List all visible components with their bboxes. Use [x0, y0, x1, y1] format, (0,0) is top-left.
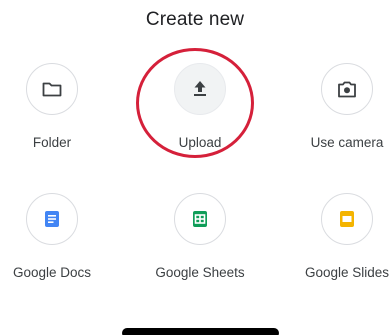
google-slides-label: Google Slides	[304, 265, 390, 280]
camera-icon-circle	[321, 63, 373, 115]
sheet-title: Create new	[145, 9, 245, 30]
use-camera-label: Use camera	[310, 135, 384, 150]
upload-icon	[194, 81, 206, 96]
google-slides-button[interactable]: Google Slides	[282, 193, 390, 293]
google-slides-icon-circle	[321, 193, 373, 245]
google-docs-icon-circle	[26, 193, 78, 245]
use-camera-button[interactable]: Use camera	[282, 63, 390, 163]
google-docs-button[interactable]: Google Docs	[0, 193, 117, 293]
create-folder-button[interactable]: Folder	[0, 63, 117, 163]
camera-icon	[338, 81, 356, 98]
folder-icon-circle	[26, 63, 78, 115]
google-docs-icon	[45, 211, 59, 227]
google-sheets-icon-circle	[174, 193, 226, 245]
home-indicator[interactable]	[122, 328, 279, 335]
google-sheets-button[interactable]: Google Sheets	[135, 193, 265, 293]
folder-icon	[42, 82, 62, 97]
create-new-sheet: Create new Folder Upload Use camera Goog…	[0, 0, 390, 335]
upload-icon-circle	[174, 63, 226, 115]
folder-label: Folder	[32, 135, 72, 150]
google-slides-icon	[340, 211, 354, 227]
google-sheets-icon	[193, 211, 207, 227]
upload-button[interactable]: Upload	[135, 63, 265, 163]
upload-label: Upload	[178, 135, 222, 150]
google-sheets-label: Google Sheets	[155, 265, 245, 280]
google-docs-label: Google Docs	[12, 265, 92, 280]
